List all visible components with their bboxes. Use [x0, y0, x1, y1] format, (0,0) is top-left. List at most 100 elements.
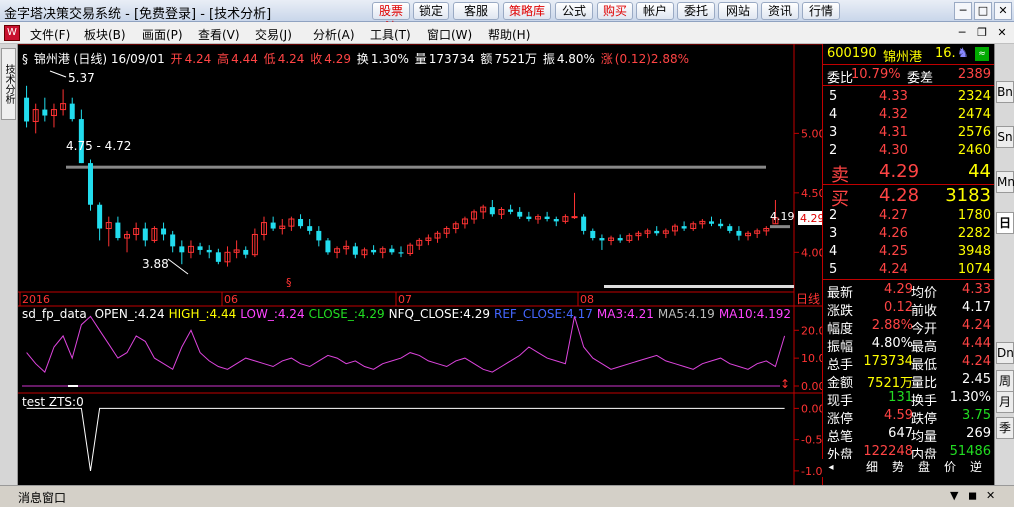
maximize-button[interactable]: □ [974, 2, 992, 20]
candle [553, 216, 559, 227]
menu-item-4[interactable]: 交易(J) [255, 26, 292, 43]
candle [352, 242, 358, 259]
candle [151, 226, 158, 243]
period-tab-7[interactable]: 季 [996, 417, 1014, 439]
sell1-row: 卖 4.29 44 [823, 161, 995, 186]
candle [416, 238, 423, 250]
candle [161, 222, 167, 241]
chart-area[interactable]: 5.004.504.005.374.75 - 4.723.884.194.29§… [18, 44, 822, 485]
left-panel-strip: 技术分析 [0, 44, 18, 485]
toolbar-button-10[interactable]: 行情 [802, 2, 840, 20]
tab-prev-icon[interactable]: ◂ [824, 459, 838, 476]
weicha-value: 2389 [957, 67, 991, 82]
period-tab-2[interactable]: Mn [996, 171, 1014, 193]
scale-icon: ↕ [780, 377, 790, 391]
horse-icon[interactable]: ♞ [957, 46, 969, 61]
quote-tab-4[interactable]: 逆 [966, 459, 986, 476]
candle [489, 199, 495, 217]
amount-value: 7521万 [494, 52, 537, 66]
toolbar-button-1[interactable]: 锁定 [413, 2, 449, 20]
sell-row: 3 4.31 2576 [823, 124, 995, 142]
minimize-button[interactable]: ─ [954, 2, 972, 20]
stat-value-1: 0.12 [884, 300, 913, 315]
toolbar-button-2[interactable]: 客服 [453, 2, 499, 20]
toolbar-button-5[interactable]: 购买 [597, 2, 633, 20]
period-tab-4[interactable]: Dn [996, 342, 1014, 364]
menu-item-5[interactable]: 分析(A) [313, 26, 355, 43]
menu-item-2[interactable]: 画面(P) [142, 26, 183, 43]
buy-level: 2 [829, 208, 838, 223]
last-price-tag: 4.29 [798, 211, 822, 225]
quote-title-row: 600190 锦州港 16. ♞ ≈ [823, 45, 995, 65]
menu-item-8[interactable]: 帮助(H) [488, 26, 530, 43]
candle [571, 192, 578, 220]
price-header: § 锦州港 (日线) 16/09/01 开 4.24 高 4.44 低 4.24 收4… [22, 50, 691, 67]
candle [224, 246, 231, 267]
high-label: 高 [217, 52, 230, 66]
period-tab-3[interactable]: 日 [996, 212, 1014, 234]
sell1-volume: 44 [968, 161, 991, 182]
y-tick-label: 5.00 [801, 127, 822, 140]
candle [371, 245, 377, 255]
stock-name: 锦州港 [883, 50, 923, 65]
candle [681, 221, 687, 231]
quote-tab-0[interactable]: 细 [862, 459, 882, 476]
quote-tab-1[interactable]: 势 [888, 459, 908, 476]
stat-value-2: 4.17 [962, 300, 991, 315]
legend-item-3: CLOSE_:4.29 [308, 307, 385, 321]
message-close-icon[interactable]: ✕ [986, 489, 995, 502]
toolbar-button-8[interactable]: 网站 [718, 2, 758, 20]
period-tab-5[interactable]: 周 [996, 370, 1014, 392]
candle [32, 103, 39, 134]
candle [115, 216, 121, 241]
buy-level: 5 [829, 262, 838, 277]
period-tab-0[interactable]: Bn [996, 81, 1014, 103]
buy-row: 5 4.24 1074 [823, 261, 995, 279]
menu-item-1[interactable]: 板块(B) [84, 26, 126, 43]
candle [60, 89, 67, 116]
candle [133, 222, 140, 241]
menu-item-7[interactable]: 窗口(W) [427, 26, 472, 43]
turnover-label: 换 [356, 52, 369, 66]
stat-row: 总笔 647 均量 269 [823, 425, 995, 445]
sell1-price: 4.29 [879, 161, 920, 182]
child-minimize-icon[interactable]: ─ [954, 25, 970, 41]
buy-level: 4 [829, 244, 838, 259]
candle [699, 219, 706, 229]
toolbar-button-6[interactable]: 帐户 [636, 2, 674, 20]
y-tick-label: -0.50 [801, 434, 822, 447]
toolbar-button-3[interactable]: 策略库 [503, 2, 551, 20]
expand-icon[interactable]: ≈ [975, 47, 989, 61]
period-tab-6[interactable]: 月 [996, 391, 1014, 413]
candle [270, 216, 276, 231]
period-tab-1[interactable]: Sn [996, 126, 1014, 148]
candle [325, 238, 331, 255]
child-close-icon[interactable]: ✕ [994, 25, 1010, 41]
sell-price: 4.31 [879, 125, 908, 140]
buy1-row: 买 4.28 3183 [823, 185, 995, 210]
quote-tab-3[interactable]: 价 [940, 459, 960, 476]
candle [407, 242, 414, 256]
menu-item-0[interactable]: 文件(F) [30, 26, 70, 43]
candle [626, 233, 633, 243]
toolbar-button-0[interactable]: 股票池 [372, 2, 410, 34]
close-button[interactable]: ✕ [994, 2, 1012, 20]
quote-tab-2[interactable]: 盘 [914, 459, 934, 476]
child-restore-icon[interactable]: ❐ [974, 25, 990, 41]
change-label: 涨 [600, 52, 613, 66]
candle [24, 85, 30, 128]
stat-value-1: 173734 [863, 354, 913, 369]
toolbar-button-4[interactable]: 公式 [555, 2, 593, 20]
toolbar-button-9[interactable]: 资讯 [761, 2, 799, 20]
menu-item-6[interactable]: 工具(T) [370, 26, 411, 43]
message-pin-icon[interactable]: ◼ [968, 489, 977, 502]
sell-row: 4 4.32 2474 [823, 106, 995, 124]
menu-item-3[interactable]: 查看(V) [198, 26, 240, 43]
toolbar-button-7[interactable]: 委托 [677, 2, 715, 20]
message-dropdown-icon[interactable]: ▼ [950, 489, 958, 502]
candle [644, 228, 651, 239]
y-tick-label: 10.0 [801, 352, 822, 365]
app-icon[interactable]: W [4, 25, 20, 41]
left-tab-analysis[interactable]: 技术分析 [1, 48, 16, 120]
stat-value-2: 269 [966, 426, 991, 441]
